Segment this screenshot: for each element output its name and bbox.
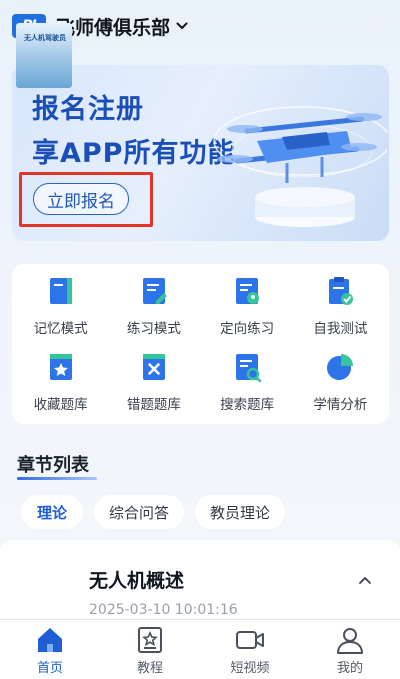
feature-label: 错题题库 xyxy=(126,397,181,413)
chapter-timestamp: 2025-03-10 10:01:16 xyxy=(89,602,238,618)
bottom-navigation: 首页 教程 短视频 我的 xyxy=(0,619,400,679)
pie-chart-icon xyxy=(327,354,354,380)
feature-label: 学情分析 xyxy=(313,397,368,413)
feature-grid: 记忆模式 练习模式 定向练习 自我测试 收藏题库 错题题库 搜索题库 学情分析 xyxy=(12,264,389,424)
chevron-down-icon[interactable] xyxy=(176,20,188,32)
edit-doc-icon xyxy=(142,278,167,304)
chevron-up-icon[interactable] xyxy=(358,575,372,585)
nav-tutorial[interactable]: 教程 xyxy=(100,620,200,679)
chapter-thumbnail: 无人机驾驶员 xyxy=(16,23,72,88)
section-underline xyxy=(17,477,97,480)
feature-favorites-bank[interactable]: 收藏题库 xyxy=(14,344,107,420)
feature-wrong-answers-bank[interactable]: 错题题库 xyxy=(107,344,200,420)
banner-headline: 报名注册 xyxy=(32,94,144,125)
nav-profile[interactable]: 我的 xyxy=(300,620,400,679)
highlight-box xyxy=(19,172,153,227)
nav-label: 短视频 xyxy=(230,661,270,676)
nav-label: 教程 xyxy=(136,661,163,676)
feature-practice-mode[interactable]: 练习模式 xyxy=(107,268,200,344)
clipboard-check-icon xyxy=(329,277,354,305)
register-banner[interactable]: 报名注册 享APP所有功能 立即报名 xyxy=(12,65,389,241)
location-doc-icon xyxy=(236,278,260,304)
tutorial-icon xyxy=(138,627,162,653)
home-icon xyxy=(38,628,62,652)
drone-illustration xyxy=(213,106,387,227)
x-doc-icon xyxy=(142,354,165,380)
tab-instructor-theory[interactable]: 教员理论 xyxy=(195,495,285,529)
feature-label: 自我测试 xyxy=(313,321,368,337)
tab-comprehensive-qa[interactable]: 综合问答 xyxy=(94,495,184,529)
nav-label: 我的 xyxy=(336,661,363,676)
feature-search-bank[interactable]: 搜索题库 xyxy=(201,344,294,420)
club-name[interactable]: 飞师傅俱乐部 xyxy=(56,13,170,40)
video-icon xyxy=(236,631,264,649)
star-doc-icon xyxy=(49,354,72,380)
feature-memory-mode[interactable]: 记忆模式 xyxy=(14,268,107,344)
book-icon xyxy=(49,278,72,304)
chapter-title[interactable]: 无人机概述 xyxy=(89,566,184,593)
feature-self-test[interactable]: 自我测试 xyxy=(294,268,387,344)
feature-label: 记忆模式 xyxy=(33,321,88,337)
feature-directed-practice[interactable]: 定向练习 xyxy=(201,268,294,344)
chapter-tabs: 理论 综合问答 教员理论 xyxy=(21,495,296,529)
feature-label: 搜索题库 xyxy=(220,397,275,413)
feature-label: 练习模式 xyxy=(126,321,181,337)
feature-label: 收藏题库 xyxy=(33,397,88,413)
search-doc-icon xyxy=(236,354,262,383)
nav-home[interactable]: 首页 xyxy=(0,620,100,679)
feature-label: 定向练习 xyxy=(220,321,275,337)
thumbnail-caption: 无人机驾驶员 xyxy=(24,34,66,42)
feature-learning-analysis[interactable]: 学情分析 xyxy=(294,344,387,420)
profile-icon xyxy=(337,628,363,654)
nav-short-video[interactable]: 短视频 xyxy=(200,620,300,679)
tab-theory[interactable]: 理论 xyxy=(21,495,83,529)
section-title: 章节列表 xyxy=(17,455,89,476)
nav-label: 首页 xyxy=(36,661,63,676)
